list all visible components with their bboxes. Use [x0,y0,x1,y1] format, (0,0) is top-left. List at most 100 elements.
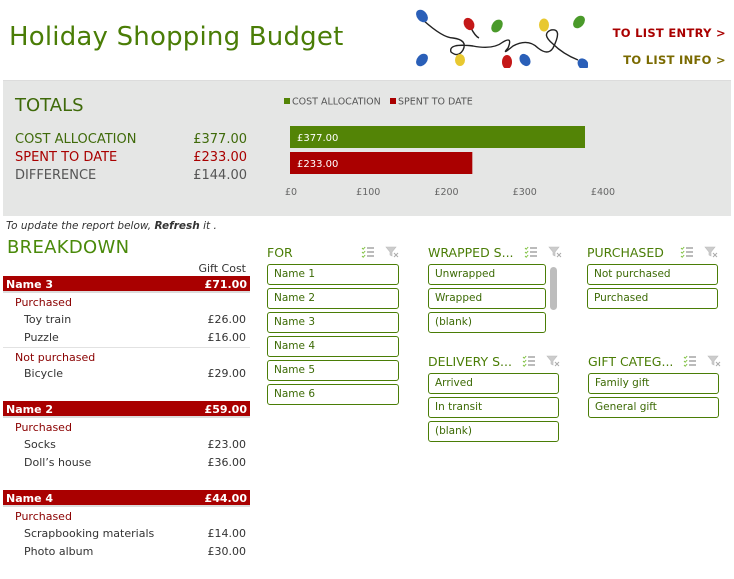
total-value: £377.00 [193,132,247,147]
item-name: Scrapbooking materials [24,527,155,540]
refresh-note: To update the report below, Refresh it . [6,220,217,232]
breakdown-title: BREAKDOWN [7,237,130,258]
group-total: £59.00 [204,403,247,416]
slicer-item[interactable]: Arrived [428,373,559,394]
slicer-item[interactable]: Name 6 [267,384,399,405]
item-name: Doll’s house [24,456,92,469]
total-label: SPENT TO DATE [15,150,118,165]
item-cost: £14.00 [207,527,247,540]
group-total: £44.00 [204,492,247,505]
note-refresh-word: Refresh [154,220,200,232]
page-title: Holiday Shopping Budget [9,22,344,52]
group-header-row[interactable]: Name 4 £44.00 [3,490,250,507]
totals-bar-chart: COST ALLOCATION SPENT TO DATE £377.00 £233.… [270,85,630,205]
total-label: DIFFERENCE [15,168,97,183]
status-row[interactable]: Purchased [3,507,250,525]
clear-filter-icon[interactable] [707,355,721,367]
clear-filter-icon[interactable] [546,355,560,367]
slicer-delivery-status: DELIVERY S... Arrived In transit (blank) [428,352,560,442]
breakdown-table: Gift Cost Name 3 £71.00 Purchased Toy train… [3,262,250,579]
chart-canvas: COST ALLOCATION SPENT TO DATE £377.00 £233.… [284,97,615,198]
total-label: COST ALLOCATION [15,132,137,147]
item-name: Bicycle [24,367,64,380]
slicer-item[interactable]: In transit [428,397,559,418]
item-row[interactable]: Doll’s house £36.00 [3,454,250,472]
item-cost: £36.00 [207,456,247,469]
legend-swatch [390,98,396,104]
total-row-cost-allocation: COST ALLOCATION £377.00 [15,132,247,147]
slicer-wrapped-status: WRAPPED S... Unwrapped Wrapped (blank) [428,243,561,333]
status-row[interactable]: Not purchased [3,347,250,365]
bar-data-label: £377.00 [297,133,338,144]
x-tick-label: £300 [513,187,537,198]
slicer-purchased: PURCHASED Not purchased Purchased [587,243,718,309]
group-header-row[interactable]: Name 2 £59.00 [3,401,250,418]
slicer-item[interactable]: Unwrapped [428,264,546,285]
slicer-title: DELIVERY S... [428,353,512,369]
item-row[interactable]: Scrapbooking materials £14.00 [3,525,250,543]
slicer-item[interactable]: Not purchased [587,264,718,285]
status-row[interactable]: Purchased [3,293,250,311]
multi-select-icon[interactable] [361,246,375,258]
slicer-wrapped-scrollbar[interactable] [550,267,557,310]
slicer-header: PURCHASED [587,243,718,261]
slicer-item[interactable]: Name 2 [267,288,399,309]
slicer-title: PURCHASED [587,244,664,260]
multi-select-icon[interactable] [522,355,536,367]
multi-select-icon[interactable] [680,246,694,258]
total-value: £144.00 [193,168,247,183]
group-name: Name 2 [6,403,54,416]
item-row[interactable]: Photo album £30.00 [3,543,250,561]
christmas-lights-decoration [416,9,588,68]
item-cost: £26.00 [207,313,247,326]
x-tick-label: £400 [591,187,615,198]
slicer-item[interactable]: Name 5 [267,360,399,381]
x-tick-label: £0 [285,187,297,198]
item-row[interactable]: Toy train £26.00 [3,311,250,329]
status-row[interactable]: Purchased [3,418,250,436]
slicer-item[interactable]: Wrapped [428,288,546,309]
group-name: Name 3 [6,278,54,291]
item-cost: £30.00 [207,545,247,558]
slicer-for: FOR Name 1 Name 2 Name 3 Name 4 Name 5 Name 6 [267,243,399,405]
bar-data-label: £233.00 [297,159,338,170]
slicer-item[interactable]: (blank) [428,312,546,333]
slicer-gift-category: GIFT CATEG... Family gift General gift [588,352,721,418]
item-row[interactable]: Bicycle £29.00 [3,365,250,383]
legend-label: COST ALLOCATION [292,97,381,108]
breakdown-group: Name 4 £44.00 Purchased Scrapbooking materi… [3,490,250,561]
slicer-item[interactable]: Name 4 [267,336,399,357]
column-header-gift-cost: Gift Cost [198,262,246,275]
slicer-item[interactable]: Family gift [588,373,719,394]
slicer-item[interactable]: Name 1 [267,264,399,285]
item-row[interactable]: Puzzle £16.00 [3,329,250,347]
slicer-header: FOR [267,243,399,261]
totals-title: TOTALS [15,95,84,116]
total-row-difference: DIFFERENCE £144.00 [15,168,247,183]
item-name: Toy train [24,313,72,326]
clear-filter-icon[interactable] [547,246,562,258]
item-row[interactable]: Socks £23.00 [3,436,250,454]
multi-select-icon[interactable] [524,246,538,258]
group-total: £71.00 [204,278,247,291]
x-tick-label: £100 [356,187,380,198]
legend-swatch [284,98,290,104]
breakdown-group: Name 3 £71.00 Purchased Toy train £26.00 Puzz… [3,276,250,383]
to-list-info-link[interactable]: TO LIST INFO > [623,53,726,67]
total-row-spent-to-date: SPENT TO DATE £233.00 [15,150,247,165]
slicer-item[interactable]: General gift [588,397,719,418]
clear-filter-icon[interactable] [385,246,399,258]
item-name: Puzzle [24,331,59,344]
slicer-item[interactable]: Purchased [587,288,718,309]
x-tick-label: £200 [434,187,458,198]
item-name: Socks [24,438,56,451]
group-name: Name 4 [6,492,54,505]
to-list-entry-link[interactable]: TO LIST ENTRY > [613,26,726,40]
item-name: Photo album [24,545,94,558]
slicer-title: GIFT CATEG... [588,353,674,369]
group-header-row[interactable]: Name 3 £71.00 [3,276,250,293]
multi-select-icon[interactable] [683,355,697,367]
clear-filter-icon[interactable] [704,246,718,258]
slicer-item[interactable]: Name 3 [267,312,399,333]
slicer-item[interactable]: (blank) [428,421,559,442]
